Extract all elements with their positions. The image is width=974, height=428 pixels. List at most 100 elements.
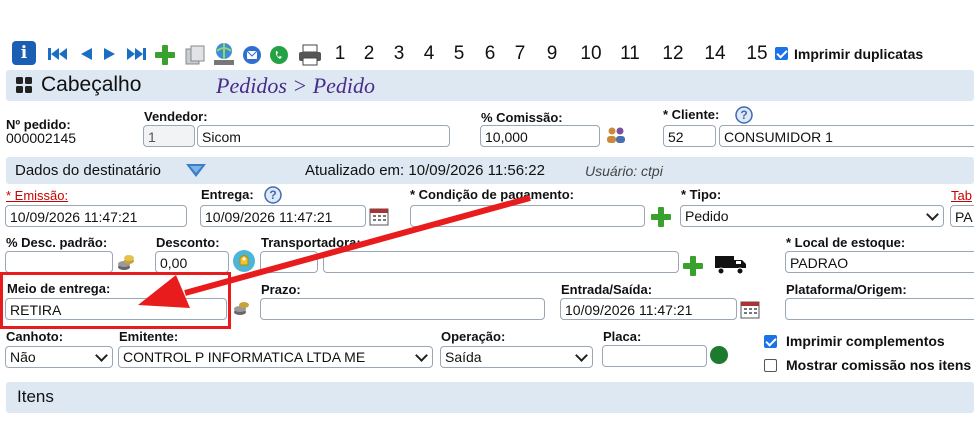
emission-label: * Emissão: <box>6 188 69 203</box>
page-number-4[interactable]: 4 <box>417 43 441 67</box>
type-select[interactable]: Pedido <box>680 205 944 227</box>
help-icon[interactable]: ? <box>735 106 753 124</box>
entry-exit-label: Entrada/Saída: <box>561 282 653 297</box>
stock-label: * Local de estoque: <box>786 235 906 250</box>
globe-icon[interactable] <box>211 41 237 67</box>
copy-icon[interactable] <box>183 43 207 67</box>
discount-field[interactable]: 0,00 <box>155 251 229 273</box>
client-code-field[interactable]: 52 <box>663 125 716 147</box>
add-icon[interactable] <box>155 45 175 65</box>
order-number-value: 000002145 <box>6 130 77 146</box>
svg-text:?: ? <box>269 188 276 202</box>
term-label: Prazo: <box>261 282 301 297</box>
seller-label: Vendedor: <box>144 109 208 124</box>
page-number-12[interactable]: 12 <box>658 43 688 67</box>
chevron-down-icon <box>415 349 428 362</box>
coins-icon[interactable] <box>116 254 136 272</box>
plate-field[interactable] <box>602 345 707 367</box>
discount-pct-field[interactable] <box>5 251 113 273</box>
page-number-10[interactable]: 10 <box>576 43 606 67</box>
chevron-down-icon <box>926 208 939 221</box>
print-complements-checkbox[interactable] <box>764 335 777 348</box>
items-title: Itens <box>17 387 54 406</box>
print-complements-label: Imprimir complementos <box>786 333 945 349</box>
show-commission-checkbox[interactable] <box>764 359 777 372</box>
discount-pct-label: % Desc. padrão: <box>6 235 108 250</box>
issuer-select[interactable]: CONTROL P INFORMATICA LTDA ME <box>118 346 433 368</box>
printer-icon[interactable] <box>297 43 323 67</box>
page-number-2[interactable]: 2 <box>357 43 381 67</box>
stock-field[interactable]: PADRAO <box>785 251 974 273</box>
client-name-field[interactable]: CONSUMIDOR 1 <box>719 125 974 147</box>
tag-icon[interactable] <box>232 249 256 273</box>
print-duplicates-checkbox[interactable] <box>775 47 788 60</box>
issuer-select-value: CONTROL P INFORMATICA LTDA ME <box>123 349 366 365</box>
page-number-3[interactable]: 3 <box>387 43 411 67</box>
page-number-6[interactable]: 6 <box>478 43 502 67</box>
carrier-name-field[interactable] <box>323 251 679 273</box>
info-icon[interactable]: i <box>12 41 36 65</box>
chevron-down-icon <box>95 349 108 362</box>
updated-at: Atualizado em: 10/09/2026 11:56:22 <box>305 162 545 179</box>
page-number-9[interactable]: 9 <box>540 43 564 67</box>
page-number-1[interactable]: 1 <box>328 43 352 67</box>
add-carrier-icon[interactable] <box>683 256 703 276</box>
term-field[interactable] <box>260 298 545 320</box>
page-number-7[interactable]: 7 <box>508 43 532 67</box>
prev-icon[interactable] <box>78 46 94 62</box>
whatsapp-icon[interactable] <box>269 45 289 65</box>
seller-code-field[interactable]: 1 <box>143 125 195 147</box>
add-payment-icon[interactable] <box>651 207 671 227</box>
type-label: * Tipo: <box>681 187 722 202</box>
page-number-14[interactable]: 14 <box>700 43 730 67</box>
delivery-field[interactable]: 10/09/2026 11:47:21 <box>200 205 366 227</box>
svg-text:?: ? <box>740 108 747 122</box>
section-title: Cabeçalho <box>41 73 142 96</box>
next-icon[interactable] <box>102 46 118 62</box>
user-info: Usuário: ctpi <box>585 163 663 179</box>
help-icon[interactable]: ? <box>264 186 282 204</box>
table-field[interactable]: PA <box>950 205 974 227</box>
issuer-label: Emitente: <box>119 329 179 344</box>
chevron-down-icon <box>575 349 588 362</box>
plate-label: Placa: <box>603 329 642 344</box>
platform-field[interactable] <box>785 298 974 320</box>
seller-name-field[interactable]: Sicom <box>197 125 450 147</box>
payment-field[interactable] <box>410 205 645 227</box>
header-bar <box>6 70 974 101</box>
last-icon[interactable] <box>125 46 147 62</box>
chevron-down-icon[interactable] <box>184 161 208 181</box>
table-label: Tab <box>951 188 972 203</box>
platform-label: Plataforma/Origem: <box>786 282 907 297</box>
page-number-5[interactable]: 5 <box>447 43 471 67</box>
items-bar <box>6 382 974 413</box>
emission-field[interactable]: 10/09/2026 11:47:21 <box>5 205 187 227</box>
calendar-icon[interactable] <box>369 208 389 226</box>
status-dot-icon <box>710 346 728 364</box>
page-number-11[interactable]: 11 <box>615 43 645 67</box>
carrier-code-field[interactable] <box>260 251 318 273</box>
commission-label: % Comissão: <box>481 110 563 125</box>
entry-exit-field[interactable]: 10/09/2026 11:47:21 <box>560 298 737 320</box>
page-number-15[interactable]: 15 <box>742 43 772 67</box>
delivery-label: Entrega: <box>201 187 254 202</box>
carrier-label: Transportadora: <box>261 235 361 250</box>
first-icon[interactable] <box>47 46 69 62</box>
stub-select[interactable]: Não <box>5 346 113 368</box>
type-select-value: Pedido <box>685 208 729 224</box>
operation-select[interactable]: Saída <box>440 346 593 368</box>
commission-field[interactable]: 10,000 <box>480 125 600 147</box>
stub-label: Canhoto: <box>6 329 64 344</box>
email-icon[interactable] <box>242 45 262 65</box>
operation-label: Operação: <box>441 329 506 344</box>
calendar-icon[interactable] <box>740 301 760 319</box>
stub-select-value: Não <box>10 349 36 365</box>
recipient-title: Dados do destinatário <box>15 162 161 179</box>
print-duplicates-label: Imprimir duplicatas <box>794 46 924 62</box>
people-icon[interactable] <box>606 126 626 144</box>
grid-icon <box>16 77 32 93</box>
breadcrumb: Pedidos > Pedido <box>216 73 376 98</box>
truck-icon[interactable] <box>714 254 748 276</box>
coins-icon[interactable] <box>232 299 250 317</box>
client-label: * Cliente: <box>663 107 720 122</box>
